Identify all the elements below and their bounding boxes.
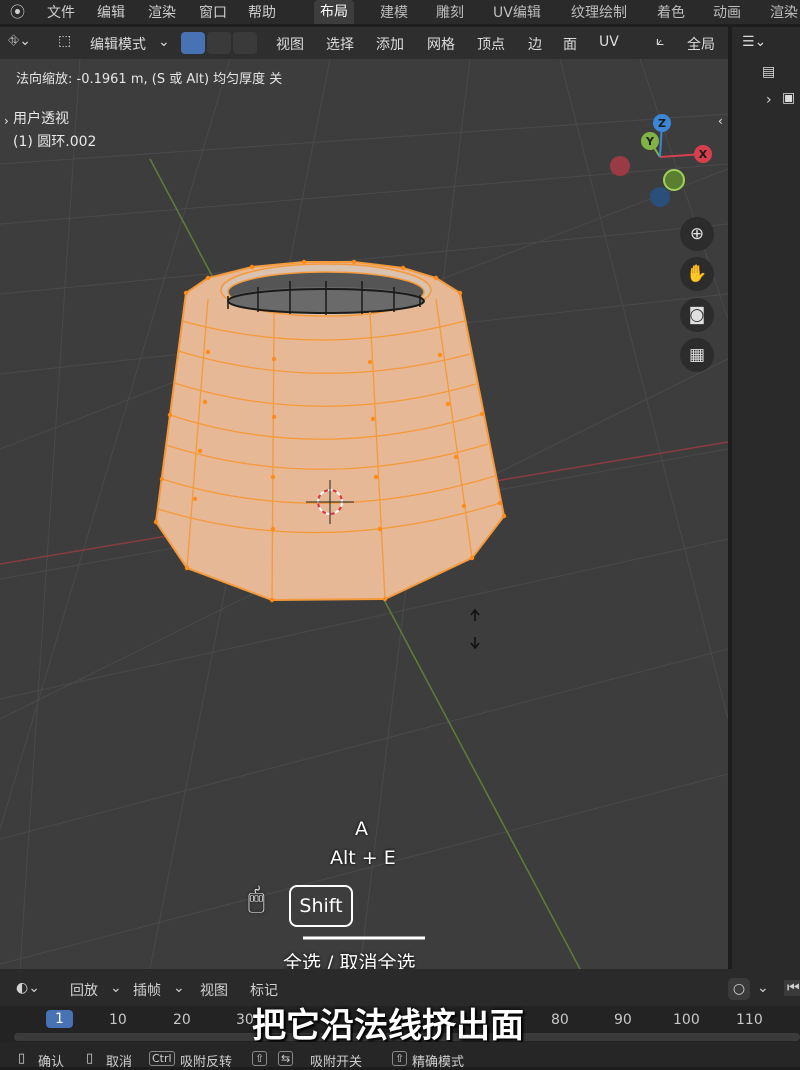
frame-tick: 10 (109, 1012, 127, 1028)
outliner-panel (732, 27, 800, 969)
status-precision: 精确模式 (412, 1055, 465, 1070)
frame-tick: 80 (551, 1012, 569, 1028)
chevron-right-icon[interactable]: › (4, 114, 9, 128)
keycast-key-alt-e: Alt + E (330, 847, 396, 869)
frame-tick: 110 (736, 1012, 763, 1028)
keying-menu[interactable]: 插帧 (133, 980, 161, 1000)
mouse-left-icon: ▯ (18, 1051, 26, 1066)
chevron-down-icon: ⌄ (173, 980, 185, 996)
chevron-down-icon[interactable]: ⌄ (158, 34, 170, 50)
view-name-label: 用户透视 (13, 111, 69, 127)
menu-file[interactable]: 文件 (47, 2, 75, 22)
menu-view[interactable]: 视图 (276, 34, 304, 54)
clock-icon[interactable]: ◐⌄ (16, 980, 40, 996)
marker-menu[interactable]: 标记 (250, 980, 278, 1000)
pan-hand-icon[interactable]: ✋ (680, 257, 714, 291)
transform-orientation-dropdown[interactable]: 全局 (687, 34, 715, 54)
mesh-ring-object[interactable] (153, 259, 507, 603)
tab-texture-paint[interactable]: 纹理绘制 (571, 2, 627, 22)
keycast-key-a: A (355, 818, 368, 840)
current-frame-indicator[interactable]: 1 (46, 1010, 73, 1028)
blender-logo-icon[interactable]: ⦿ (10, 1, 25, 22)
chevron-down-icon[interactable]: ⌄ (757, 980, 769, 996)
ctrl-key-icon: Ctrl (149, 1051, 175, 1066)
menu-vertex[interactable]: 顶点 (477, 34, 505, 54)
tab-uv-editing[interactable]: UV编辑 (493, 2, 541, 22)
camera-icon[interactable]: ◙ (680, 298, 714, 332)
menu-select[interactable]: 选择 (326, 34, 354, 54)
mouse-icon: 🖱 (248, 882, 265, 915)
navigation-gizmo[interactable]: X Y Z (610, 114, 712, 207)
video-subtitle: 把它沿法线挤出面 (252, 1006, 524, 1046)
menu-edge[interactable]: 边 (528, 34, 542, 54)
collection-icon: ▣ (782, 90, 796, 106)
collection-expand-icon[interactable]: › (766, 92, 772, 108)
menu-render[interactable]: 渲染 (148, 2, 176, 22)
menu-uv[interactable]: UV (599, 34, 619, 50)
shift-key-icon: ⇧ (392, 1051, 408, 1066)
keycast-shift-key: Shift (289, 885, 353, 927)
menu-mesh[interactable]: 网格 (427, 34, 455, 54)
frame-tick: 90 (614, 1012, 632, 1028)
mode-dropdown[interactable]: 编辑模式 (90, 34, 146, 54)
outliner-display-mode-icon[interactable]: ☰⌄ (742, 34, 766, 50)
zoom-icon[interactable]: ⊕ (680, 217, 714, 251)
jump-start-icon[interactable]: ⏮ (784, 980, 800, 996)
transform-orientation-icon: ⟀ (656, 33, 665, 49)
gizmo-z-label: Z (658, 117, 666, 130)
tab-animation[interactable]: 动画 (713, 2, 741, 22)
tab-shading[interactable]: 着色 (657, 2, 685, 22)
mouse-right-icon: ▯ (86, 1051, 94, 1066)
top-menu-bar: ⦿ 文件 编辑 渲染 窗口 帮助 布局 建模 雕刻 UV编辑 纹理绘制 着色 动… (0, 0, 800, 24)
object-name-label: (1) 圆环.002 (13, 134, 97, 150)
chevron-left-icon[interactable]: ‹ (718, 114, 723, 128)
status-snap-invert: 吸附反转 (180, 1055, 233, 1070)
tab-key-icon: ⇆ (278, 1051, 294, 1066)
operator-info-text: 法向缩放: -0.1961 m, (S 或 Alt) 均匀厚度 关 (16, 72, 283, 87)
timeline-view-menu[interactable]: 视图 (200, 980, 228, 1000)
scene-collection-icon: ▤ (762, 64, 776, 80)
playback-menu[interactable]: 回放 (70, 980, 98, 1000)
tab-sculpting[interactable]: 雕刻 (436, 2, 464, 22)
menu-window[interactable]: 窗口 (199, 2, 227, 22)
gizmo-x-label: X (699, 148, 708, 161)
menu-face[interactable]: 面 (563, 34, 577, 54)
auto-key-toggle[interactable]: ○ (728, 978, 750, 1000)
tab-layout[interactable]: 布局 (314, 0, 354, 24)
tab-rendering[interactable]: 渲染 (770, 2, 798, 22)
status-cancel: 取消 (106, 1055, 133, 1070)
tab-modeling[interactable]: 建模 (380, 2, 408, 22)
grid-perspective-icon[interactable]: ▦ (680, 338, 714, 372)
edge-select-mode-button[interactable] (207, 32, 231, 54)
frame-tick: 20 (173, 1012, 191, 1028)
chevron-down-icon: ⌄ (110, 980, 122, 996)
mode-icon: ⬚ (58, 33, 72, 49)
menu-add[interactable]: 添加 (376, 34, 404, 54)
menu-help[interactable]: 帮助 (248, 2, 276, 22)
shift-key-icon: ⇧ (252, 1051, 268, 1066)
status-confirm: 确认 (38, 1055, 65, 1070)
vertex-select-mode-button[interactable] (181, 32, 205, 54)
frame-tick: 100 (673, 1012, 700, 1028)
scale-cursor-icon (470, 608, 480, 650)
status-snap-toggle: 吸附开关 (310, 1055, 363, 1070)
menu-edit[interactable]: 编辑 (97, 2, 125, 22)
face-select-mode-button[interactable] (233, 32, 257, 54)
editor-type-icon[interactable]: ⛗⌄ (8, 33, 31, 49)
gizmo-y-label: Y (645, 135, 655, 148)
